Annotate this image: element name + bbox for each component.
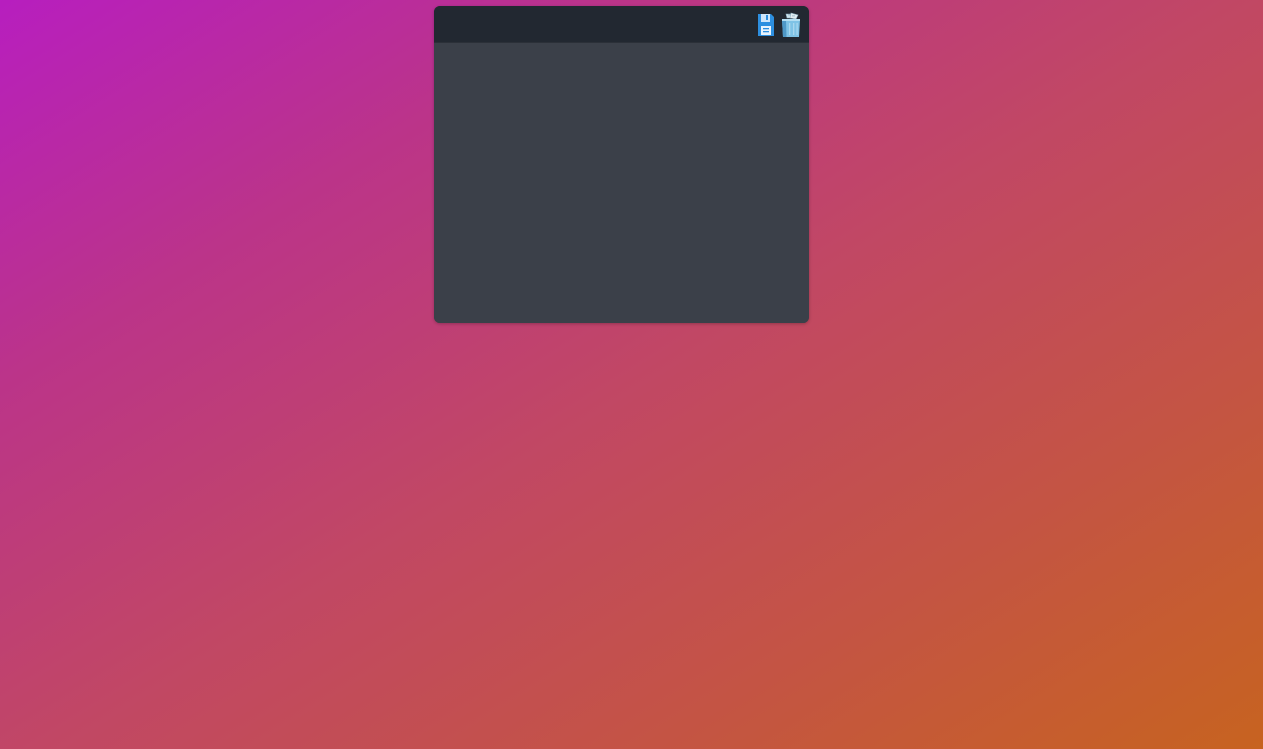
note-content-area[interactable] <box>434 43 809 323</box>
panel-titlebar[interactable] <box>434 6 809 43</box>
recycle-bin-trash-icon <box>782 12 800 37</box>
save-button[interactable] <box>754 11 778 39</box>
note-panel <box>434 6 809 323</box>
floppy-disk-save-icon <box>758 14 774 36</box>
delete-button[interactable] <box>779 11 803 39</box>
